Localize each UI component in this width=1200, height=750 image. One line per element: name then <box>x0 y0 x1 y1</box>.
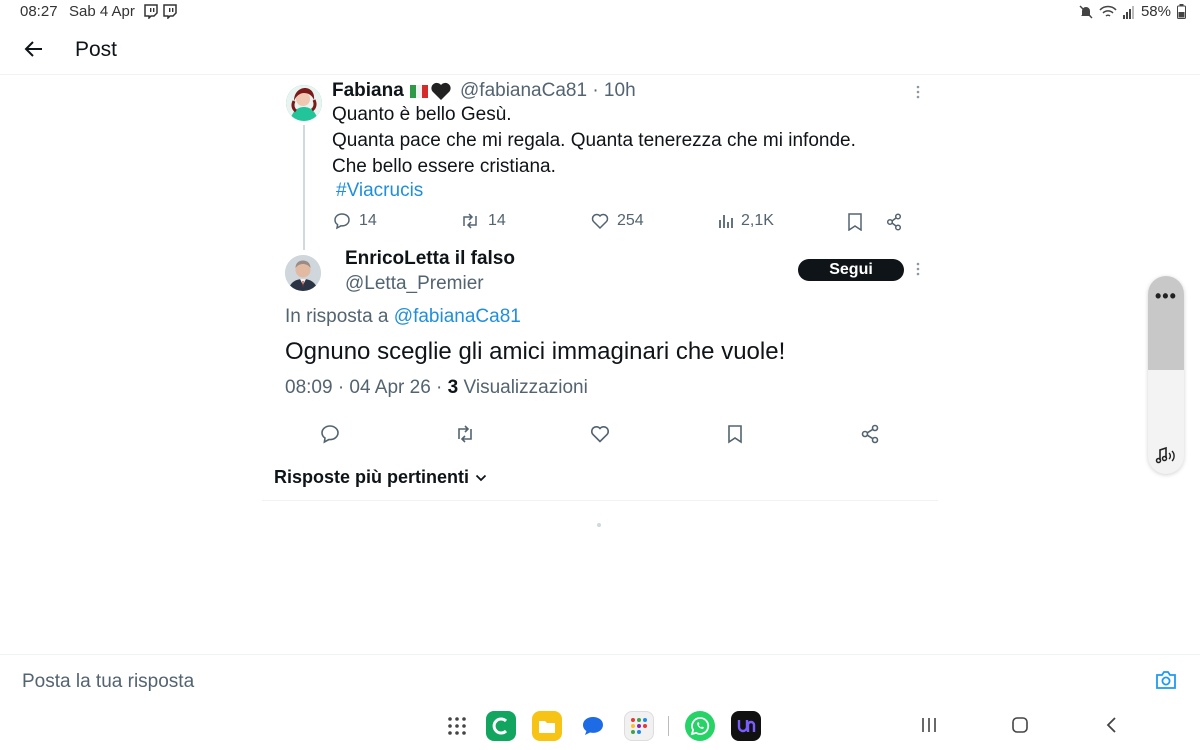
audio-note-icon[interactable] <box>1154 446 1178 466</box>
like-button[interactable]: 254 <box>591 212 644 230</box>
more-options-icon[interactable] <box>916 85 920 99</box>
reply-composer: Posta la tua risposta <box>0 654 1200 700</box>
twitch-notification-icon <box>144 4 158 19</box>
name-emojis <box>410 80 452 102</box>
tweet-line: Che bello essere cristiana. <box>332 156 556 177</box>
app-drawer-icon[interactable] <box>445 711 469 741</box>
hashtag-link[interactable]: #Viacrucis <box>336 180 423 202</box>
battery-percent: 58% <box>1140 3 1171 20</box>
views-label: Visualizzazioni <box>463 377 588 398</box>
battery-icon <box>1177 4 1186 19</box>
tweet-text: Quanto è bello Gesù. Quanta pace che mi … <box>332 102 932 180</box>
dock-divider <box>668 716 669 736</box>
like-count: 254 <box>617 212 644 229</box>
timestamp[interactable]: 08:09 · 04 Apr 26 · <box>285 377 442 398</box>
divider <box>262 500 938 501</box>
share-icon[interactable] <box>860 424 880 444</box>
heart-icon[interactable] <box>590 424 610 444</box>
app-icon-un[interactable] <box>731 711 761 741</box>
repost-icon[interactable] <box>455 424 475 444</box>
camera-icon[interactable] <box>1155 670 1177 690</box>
twitch-notification-icon <box>163 4 177 19</box>
tweet-line: Quanto è bello Gesù. <box>332 104 512 125</box>
follow-button[interactable]: Segui <box>798 259 904 281</box>
author-name[interactable]: EnricoLetta il falso <box>345 248 515 270</box>
reply-mention-link[interactable]: @fabianaCa81 <box>394 306 521 327</box>
floating-edge-panel[interactable]: ••• <box>1148 276 1184 474</box>
app-header: Post <box>0 24 1200 75</box>
recent-apps-icon[interactable] <box>919 715 939 735</box>
back-arrow-icon[interactable] <box>22 37 46 61</box>
reply-prefix: In risposta a <box>285 306 389 327</box>
back-icon[interactable] <box>1102 715 1122 735</box>
italy-flag-icon <box>410 84 428 98</box>
app-icon-c[interactable] <box>486 711 516 741</box>
tweet-text: Ognuno sceglie gli amici immaginari che … <box>285 338 786 365</box>
view-count: 2,1K <box>741 212 774 229</box>
page-title: Post <box>75 38 118 61</box>
reply-icon <box>334 213 350 230</box>
avatar[interactable] <box>285 255 321 291</box>
heart-icon <box>591 213 609 230</box>
avatar[interactable] <box>286 85 322 121</box>
more-options-icon[interactable] <box>916 262 920 276</box>
view-count: 3 <box>447 377 459 398</box>
reply-input[interactable]: Posta la tua risposta <box>22 671 194 693</box>
tweet-line: Quanta pace che mi regala. Quanta tenere… <box>332 130 856 151</box>
loading-indicator <box>597 523 601 527</box>
reply-count: 14 <box>359 212 377 229</box>
views-button[interactable]: 2,1K <box>719 212 774 230</box>
chevron-down-icon <box>475 474 487 481</box>
author-handle-time[interactable]: @fabianaCa81 · 10h <box>460 80 636 102</box>
status-bar: 08:27 Sab 4 Apr 58% <box>0 0 1200 24</box>
reply-icon[interactable] <box>320 424 340 444</box>
files-app-icon[interactable] <box>532 711 562 741</box>
system-dock <box>0 700 1200 750</box>
replies-sort-dropdown[interactable]: Risposte più pertinenti <box>274 467 487 488</box>
repost-count: 14 <box>488 212 506 229</box>
reply-context: In risposta a @fabianaCa81 <box>285 306 521 328</box>
bookmark-icon[interactable] <box>725 424 745 444</box>
author-handle[interactable]: @Letta_Premier <box>345 273 484 295</box>
whatsapp-app-icon[interactable] <box>685 711 715 741</box>
share-icon[interactable] <box>886 213 902 231</box>
author-name[interactable]: Fabiana <box>332 80 404 102</box>
sort-label: Risposte più pertinenti <box>274 467 470 487</box>
status-time: 08:27 <box>20 3 58 20</box>
analytics-icon <box>719 215 733 228</box>
messages-app-icon[interactable] <box>578 711 608 741</box>
app-folder-icon[interactable] <box>624 711 654 741</box>
tweet-meta: 08:09 · 04 Apr 26 · 3 Visualizzazioni <box>285 377 588 399</box>
bookmark-icon[interactable] <box>847 213 863 231</box>
more-icon[interactable]: ••• <box>1155 286 1177 307</box>
reply-button[interactable]: 14 <box>333 212 377 230</box>
black-heart-icon <box>431 82 451 100</box>
home-icon[interactable] <box>1010 715 1030 735</box>
repost-icon <box>463 213 477 229</box>
status-date: Sab 4 Apr <box>69 3 135 20</box>
signal-icon <box>1122 5 1134 19</box>
thread-line <box>303 125 305 250</box>
wifi-icon <box>1099 5 1117 17</box>
repost-button[interactable]: 14 <box>460 212 506 230</box>
status-indicators: 58% <box>1079 3 1186 20</box>
mute-icon <box>1079 5 1093 18</box>
